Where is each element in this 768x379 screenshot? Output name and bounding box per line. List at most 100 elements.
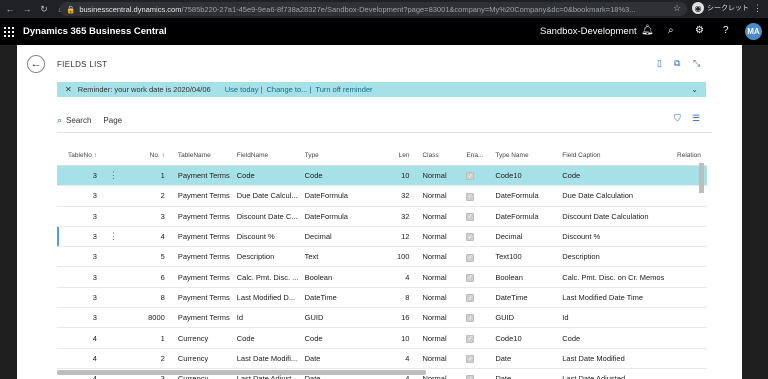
cell-fieldname[interactable]: Last Date Modifi... <box>237 354 305 363</box>
bookmark-star-icon[interactable]: ☆ <box>673 3 681 14</box>
table-row[interactable]: 4 1 Currency Code Code 10 Normal ✓ Code10 Code <box>57 328 707 349</box>
cell-no[interactable]: 2 <box>130 191 168 200</box>
col-type[interactable]: Type <box>305 152 375 159</box>
use-today-link[interactable]: Use today | <box>225 85 263 94</box>
forward-arrow-icon[interactable]: → <box>20 4 34 14</box>
chevron-down-icon[interactable]: ⌄ <box>691 85 698 94</box>
cell-fieldname[interactable]: Discount % <box>237 232 305 241</box>
table-row[interactable]: 3 2 Payment Terms Due Date Calcul... DateFor… <box>57 186 707 207</box>
cell-type: Boolean <box>304 272 333 282</box>
enabled-checkbox[interactable]: ✓ <box>466 253 475 262</box>
cell-no[interactable]: 8000 <box>130 313 168 322</box>
col-caption[interactable]: Field Caption <box>562 152 677 159</box>
enabled-checkbox[interactable]: ✓ <box>466 212 475 221</box>
col-tableno[interactable]: TableNo ↑ <box>57 152 100 159</box>
cell-no[interactable]: 3 <box>130 212 168 221</box>
cell-fieldname[interactable]: Discount Date C... <box>237 212 305 221</box>
cell-fieldname[interactable]: Id <box>237 313 305 322</box>
enabled-checkbox[interactable]: ✓ <box>466 172 475 181</box>
turn-off-reminder-link[interactable]: Turn off reminder <box>315 85 372 94</box>
cell-enabled[interactable]: ✓ <box>466 191 495 201</box>
collapse-icon[interactable]: ⤡ <box>693 58 700 69</box>
table-row[interactable]: 3 5 Payment Terms Description Text 100 Normal ✓… <box>57 247 707 268</box>
bell-icon[interactable]: 🔔︎ <box>641 25 654 36</box>
change-to-link[interactable]: Change to... | <box>267 85 312 94</box>
table-row[interactable]: 3 8 Payment Terms Last Modified D... DateTim… <box>57 288 707 309</box>
list-view-icon[interactable]: ☰ <box>692 113 700 124</box>
bookmark-icon[interactable]: ▯ <box>657 58 662 69</box>
cell-fieldname[interactable]: Due Date Calcul... <box>237 191 305 200</box>
enabled-checkbox[interactable]: ✓ <box>466 273 475 282</box>
table-row[interactable]: 3 8000 Payment Terms Id GUID 16 Normal ✓ GUID Id <box>57 308 707 329</box>
cell-enabled[interactable]: ✓ <box>466 313 495 323</box>
cell-enabled[interactable]: ✓ <box>466 211 495 221</box>
cell-no[interactable]: 8 <box>130 293 168 302</box>
avatar[interactable]: MA <box>745 23 762 40</box>
cell-fieldname[interactable]: Code <box>237 171 305 180</box>
cell-fieldname[interactable]: Calc. Pmt. Disc. ... <box>237 273 305 282</box>
cell-enabled[interactable]: ✓ <box>466 374 495 379</box>
cell-no[interactable]: 5 <box>130 252 168 261</box>
col-no[interactable]: No. ↑ <box>130 152 168 159</box>
cell-fieldname[interactable]: Description <box>237 252 305 261</box>
row-menu[interactable]: ⋮ <box>100 231 130 242</box>
vertical-scrollbar[interactable] <box>699 163 704 193</box>
cell-no[interactable]: 1 <box>130 334 168 343</box>
cell-enabled[interactable]: ✓ <box>466 333 495 343</box>
search-button[interactable]: Search <box>66 116 91 125</box>
browser-menu-icon[interactable]: ⋮ <box>753 3 762 14</box>
cell-fieldname[interactable]: Code <box>237 334 305 343</box>
enabled-checkbox[interactable]: ✓ <box>466 355 475 364</box>
cell-no[interactable]: 6 <box>130 273 168 282</box>
col-class[interactable]: Class <box>412 152 466 159</box>
col-len[interactable]: Len <box>375 152 413 159</box>
app-launcher-icon[interactable] <box>4 26 14 37</box>
page-menu[interactable]: Page <box>103 116 122 125</box>
incognito-indicator[interactable]: ◉ シークレット <box>692 2 749 14</box>
horizontal-scrollbar[interactable] <box>57 370 426 375</box>
environment-name[interactable]: Sandbox-Development <box>540 26 637 37</box>
row-menu[interactable]: ⋮ <box>100 170 130 181</box>
open-new-window-icon[interactable]: ⧉ <box>674 58 680 69</box>
help-icon[interactable]: ? <box>723 25 729 36</box>
close-icon[interactable]: ✕ <box>65 85 72 94</box>
app-title[interactable]: Dynamics 365 Business Central <box>23 26 167 37</box>
browser-toolbar: ← → ↻ ⌂ 🔒 businesscentral.dynamics.com/7… <box>0 0 768 18</box>
table-row[interactable]: 4 2 Currency Last Date Modifi... Date 4 Normal… <box>57 349 707 369</box>
col-tablename[interactable]: TableName <box>168 152 237 159</box>
back-arrow-icon[interactable]: ← <box>3 4 17 14</box>
cell-enabled[interactable]: ✓ <box>466 232 495 242</box>
gear-icon[interactable]: ⚙ <box>695 25 704 36</box>
enabled-checkbox[interactable]: ✓ <box>466 233 475 242</box>
col-enabled[interactable]: Ena... <box>466 152 495 159</box>
cell-fieldname[interactable]: Last Modified D... <box>237 293 305 302</box>
cell-tablename: Currency <box>177 333 209 343</box>
table-row[interactable]: 3 3 Payment Terms Discount Date C... DateFor… <box>57 207 707 227</box>
enabled-checkbox[interactable]: ✓ <box>466 294 475 303</box>
enabled-checkbox[interactable]: ✓ <box>466 314 475 323</box>
filter-icon[interactable]: ⛉ <box>674 113 681 124</box>
cell-enabled[interactable]: ✓ <box>466 252 495 262</box>
table-row[interactable]: 3 ⋮ 4 Payment Terms Discount % Decimal 12 Norma… <box>57 226 707 248</box>
col-typename[interactable]: Type Name <box>495 152 562 159</box>
address-bar[interactable]: 🔒 businesscentral.dynamics.com/7585b220-… <box>60 2 687 16</box>
enabled-checkbox[interactable]: ✓ <box>466 334 475 343</box>
back-button[interactable]: ← <box>27 55 45 73</box>
cell-no[interactable]: 4 <box>130 232 168 241</box>
cell-no[interactable]: 2 <box>130 354 168 363</box>
cell-enabled[interactable]: ✓ <box>466 293 495 303</box>
col-fieldname[interactable]: FieldName <box>237 152 305 159</box>
cell-enabled[interactable]: ✓ <box>466 171 495 181</box>
cell-len: 4 <box>405 272 410 282</box>
search-icon[interactable]: ⌕ <box>668 25 674 36</box>
enabled-checkbox[interactable]: ✓ <box>466 375 475 379</box>
cell-no[interactable]: 1 <box>130 171 168 180</box>
cell-enabled[interactable]: ✓ <box>466 272 495 282</box>
cell-enabled[interactable]: ✓ <box>466 354 495 364</box>
reload-icon[interactable]: ↻ <box>37 4 51 15</box>
table-row[interactable]: 3 6 Payment Terms Calc. Pmt. Disc. ... Boole… <box>57 267 707 288</box>
enabled-checkbox[interactable]: ✓ <box>466 192 475 201</box>
col-relation[interactable]: Relation <box>677 152 707 159</box>
search-icon[interactable]: ⌕ <box>57 115 62 126</box>
table-row[interactable]: 3 ⋮ 1 Payment Terms Code Code 10 Normal ✓ Code10 C… <box>57 166 707 187</box>
